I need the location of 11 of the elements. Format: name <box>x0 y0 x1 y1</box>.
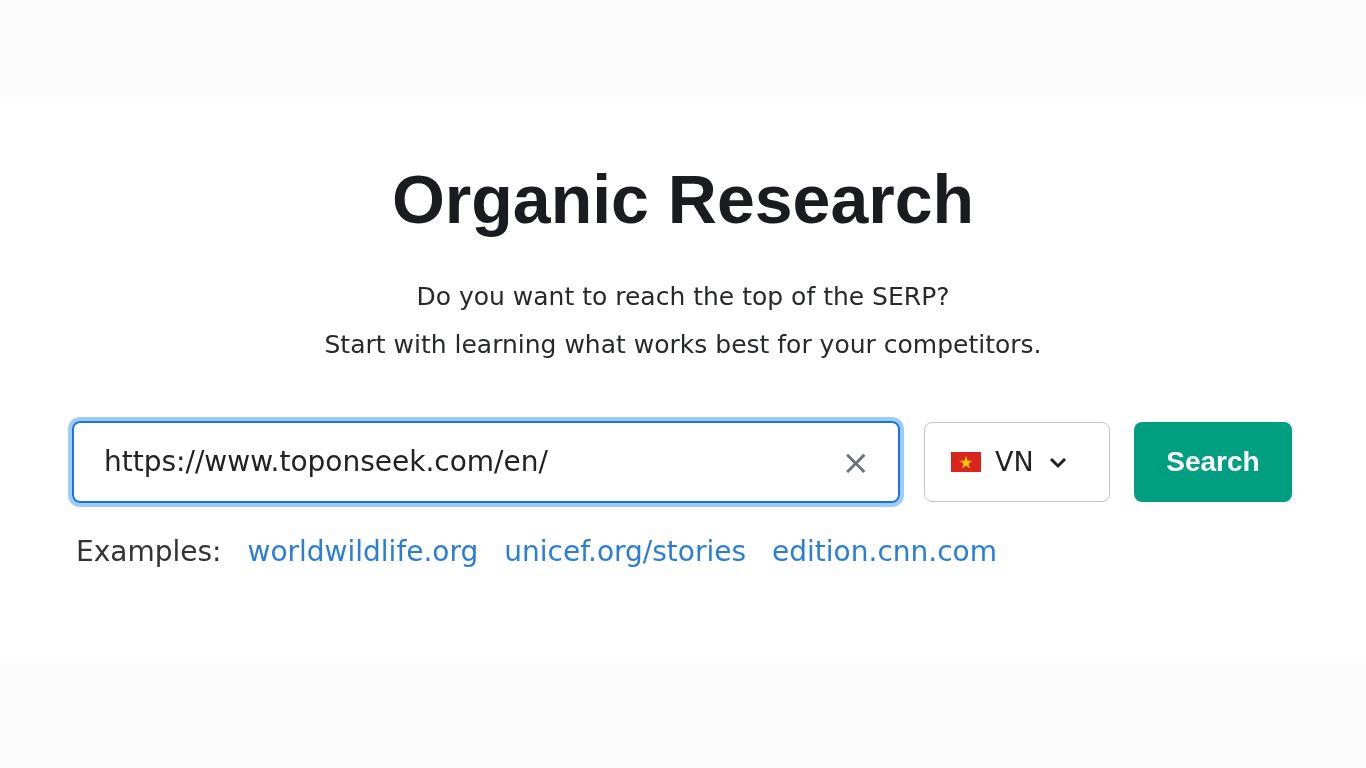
country-select[interactable]: VN <box>924 422 1110 502</box>
subtitle-line: Do you want to reach the top of the SERP? <box>415 281 951 313</box>
subtitle-line: Start with learning what works best for your competitors. <box>324 329 1042 361</box>
example-link[interactable]: worldwildlife.org <box>247 531 479 573</box>
flag-icon <box>951 452 981 472</box>
clear-button[interactable]: × <box>841 445 870 479</box>
example-link[interactable]: edition.cnn.com <box>772 531 997 573</box>
example-link[interactable]: unicef.org/stories <box>504 531 747 573</box>
examples-label: Examples: <box>76 534 222 570</box>
chevron-down-icon <box>1047 455 1068 469</box>
search-button[interactable]: Search <box>1134 422 1292 502</box>
